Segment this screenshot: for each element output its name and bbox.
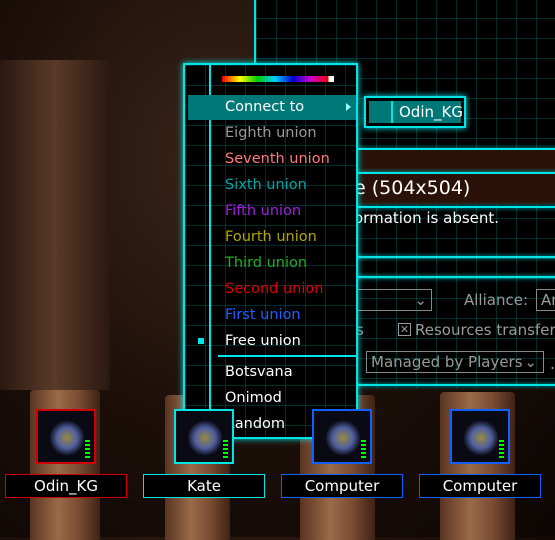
player-portrait[interactable] [36,409,96,464]
resources-label: Resources transfer [415,321,555,339]
player-name[interactable]: Computer [281,474,403,498]
menu-item[interactable]: Botsvana [188,360,356,385]
selected-bullet-icon [198,338,204,344]
alliance-dropdown[interactable]: An [536,289,555,311]
background-pillar [0,60,110,390]
player-portrait[interactable] [174,409,234,464]
map-info: ormation is absent. [354,209,500,227]
player-portrait[interactable] [312,409,372,464]
player-tag-label: Odin_KG [399,103,463,121]
submenu-arrow-icon [346,103,351,111]
menu-item-label: Fifth union [225,203,302,219]
menu-item[interactable]: Connect to [188,95,356,120]
menu-item-label: Onimod [225,390,282,406]
map-title: e (504x504) [354,177,471,199]
menu-item-label: Third union [225,255,308,271]
menu-item[interactable]: First union [188,303,356,328]
more-indicator: . [550,354,555,373]
menu-item-label: Second union [225,281,324,297]
unit-icon [464,419,498,457]
menu-item-label: Random [225,416,286,432]
menu-item[interactable]: Onimod [188,386,356,411]
menu-item-label: Fourth union [225,229,317,245]
player-name[interactable]: Computer [419,474,541,498]
menu-item[interactable]: Fourth union [188,225,356,250]
control-value: Managed by Players [371,353,523,371]
menu-item[interactable]: Seventh union [188,147,356,172]
color-bar [222,76,334,82]
chevron-down-icon: ⌄ [524,353,537,371]
player-name[interactable]: Odin_KG [5,474,127,498]
unit-icon [50,419,84,457]
player-tag[interactable]: Odin_KG [364,96,466,128]
menu-item[interactable]: Third union [188,251,356,276]
menu-item[interactable]: Free union [188,329,356,354]
union-context-menu: Connect to Eighth union Seventh union Sixth… [183,63,358,439]
alliance-label: Alliance: [464,291,528,309]
menu-item[interactable]: Fifth union [188,199,356,224]
player-portrait[interactable] [450,409,510,464]
player-name[interactable]: Kate [143,474,265,498]
signal-icon [499,440,504,458]
menu-item[interactable]: Sixth union [188,173,356,198]
menu-separator [218,355,356,357]
menu-item[interactable]: Eighth union [188,121,356,146]
signal-icon [223,440,228,458]
menu-item-label: First union [225,307,301,323]
signal-icon [361,440,366,458]
menu-item-label: Sixth union [225,177,307,193]
menu-item-label: Free union [225,333,301,349]
menu-item-label: Seventh union [225,151,330,167]
menu-item-label: Connect to [225,99,305,115]
unit-icon [326,419,360,457]
menu-item[interactable]: Second union [188,277,356,302]
menu-item-label: Botsvana [225,364,293,380]
signal-icon [85,440,90,458]
resources-checkbox[interactable]: ✕ [398,323,411,336]
menu-item-label: Eighth union [225,125,317,141]
control-dropdown[interactable]: Managed by Players ⌄ [366,351,544,373]
unit-icon [188,419,222,457]
